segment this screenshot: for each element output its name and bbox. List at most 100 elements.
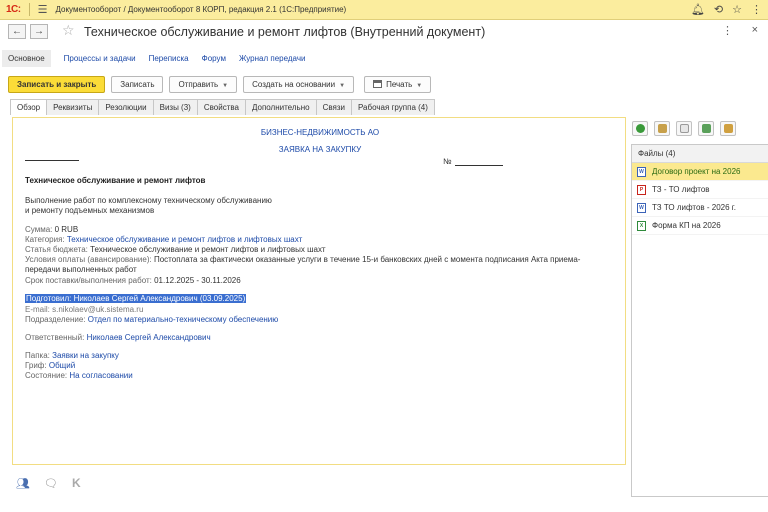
doc-desc-line1: Выполнение работ по комплексному техниче… <box>25 196 272 205</box>
print-label: Печать <box>386 80 413 89</box>
nav-forum[interactable]: Форум <box>202 54 226 63</box>
email-value: s.nikolaev@uk.sistema.ru <box>52 305 144 314</box>
grif-row: Гриф: Общий <box>25 361 75 370</box>
nav-correspondence[interactable]: Переписка <box>149 54 189 63</box>
chevron-down-icon: ▼ <box>222 83 229 89</box>
plus-icon <box>635 124 645 133</box>
prepared-label: Подготовил: <box>26 294 72 303</box>
grif-link[interactable]: Общий <box>49 361 75 370</box>
edit-file-button[interactable] <box>676 121 692 136</box>
responsible-row: Ответственный: Николаев Сергей Александр… <box>25 333 211 342</box>
state-row: Состояние: На согласовании <box>25 371 133 380</box>
scan-file-button[interactable] <box>698 121 714 136</box>
lock-file-button[interactable] <box>720 121 736 136</box>
document-title: Техническое обслуживание и ремонт лифтов… <box>84 25 486 39</box>
excel-file-icon: X <box>637 220 646 231</box>
send-button[interactable]: Отправить ▼ <box>169 76 238 93</box>
file-name: Форма КП на 2026 <box>652 221 721 230</box>
grif-label: Гриф: <box>25 361 47 370</box>
tab-additional[interactable]: Дополнительно <box>244 99 317 115</box>
term-label: Срок поставки/выполнения работ: <box>25 276 152 285</box>
comments-icon[interactable]: 🗨︎ <box>44 477 58 490</box>
state-label: Состояние: <box>25 371 68 380</box>
file-item[interactable]: P ТЗ - ТО лифтов <box>632 181 768 199</box>
window-title-bar: 1С: ☰ Документооборот / Документооборот … <box>0 0 768 20</box>
add-file-button[interactable] <box>632 121 648 136</box>
dept-row: Подразделение: Отдел по материально-техн… <box>25 315 278 324</box>
main-menu-icon[interactable]: ☰ <box>38 3 48 16</box>
payment-value-line2: передачи выполненных работ <box>25 265 137 274</box>
copy-file-button[interactable] <box>654 121 670 136</box>
doc-heading: Техническое обслуживание и ремонт лифтов <box>25 176 206 185</box>
file-name: ТЗ - ТО лифтов <box>652 185 710 194</box>
bell-icon[interactable]: 🔔︎ <box>691 3 705 16</box>
print-button[interactable]: Печать ▼ <box>364 76 432 93</box>
sum-label: Сумма: <box>25 225 53 234</box>
tab-properties[interactable]: Свойства <box>196 99 246 115</box>
tab-resolutions[interactable]: Резолюции <box>98 99 154 115</box>
send-label: Отправить <box>178 80 219 89</box>
history-icon[interactable]: ⟲ <box>714 3 723 16</box>
menu-more-icon[interactable]: ⋮ <box>751 3 762 16</box>
save-and-close-button[interactable]: Записать и закрыть <box>8 76 106 93</box>
state-link[interactable]: На согласовании <box>69 371 132 380</box>
folder-label: Папка: <box>25 351 50 360</box>
forward-button[interactable]: → <box>30 24 48 39</box>
more-icon[interactable]: ⋮ <box>722 24 734 37</box>
printer-icon <box>373 80 383 88</box>
date-line <box>25 160 79 161</box>
budget-value: Техническое обслуживание и ремонт лифтов… <box>90 245 326 254</box>
favorite-star-icon[interactable]: ☆ <box>62 22 75 39</box>
scan-icon <box>701 124 711 133</box>
nav-processes[interactable]: Процессы и задачи <box>64 54 136 63</box>
term-row: Срок поставки/выполнения работ: 01.12.20… <box>25 276 241 285</box>
file-item[interactable]: X Форма КП на 2026 <box>632 217 768 235</box>
save-button[interactable]: Записать <box>111 76 164 93</box>
tab-visas[interactable]: Визы (3) <box>152 99 198 115</box>
files-toolbar <box>632 121 736 136</box>
form-header: ← → ☆ Техническое обслуживание и ремонт … <box>0 20 768 46</box>
word-file-icon: W <box>637 166 646 177</box>
term-value: 01.12.2025 - 30.11.2026 <box>154 276 241 285</box>
star-icon[interactable]: ☆ <box>732 3 742 16</box>
tab-requisites[interactable]: Реквизиты <box>46 99 100 115</box>
prepared-selection[interactable]: Подготовил: Николаев Сергей Александрови… <box>25 294 247 303</box>
word-file-icon: W <box>637 202 646 213</box>
sum-value: 0 RUB <box>54 225 79 234</box>
files-header: Файлы (4) <box>632 145 768 163</box>
close-icon[interactable]: × <box>752 24 758 36</box>
tab-overview[interactable]: Обзор <box>10 99 48 115</box>
dept-label: Подразделение: <box>25 315 86 324</box>
app-logo: 1С: <box>6 4 21 15</box>
file-item[interactable]: W ТЗ ТО лифтов - 2026 г. <box>632 199 768 217</box>
app-title: Документооборот / Документооборот 8 КОРП… <box>55 5 347 14</box>
pdf-file-icon: P <box>637 184 646 195</box>
file-item[interactable]: W Договор проект на 2026 <box>632 163 768 181</box>
folder-link[interactable]: Заявки на закупку <box>52 351 119 360</box>
tab-links[interactable]: Связи <box>315 99 352 115</box>
k-icon[interactable]: K <box>72 476 81 490</box>
create-based-button[interactable]: Создать на основании ▼ <box>243 76 355 93</box>
number-line <box>455 165 503 166</box>
nav-transfer-log[interactable]: Журнал передачи <box>239 54 306 63</box>
budget-row: Статья бюджета: Техническое обслуживание… <box>25 245 326 254</box>
bottom-toolbar: 👥︎ 🗨︎ K <box>16 476 81 490</box>
tab-workgroup[interactable]: Рабочая группа (4) <box>350 99 435 115</box>
email-row: E-mail: s.nikolaev@uk.sistema.ru <box>25 305 143 314</box>
nav-main[interactable]: Основное <box>2 49 51 67</box>
budget-label: Статья бюджета: <box>25 245 88 254</box>
responsible-link[interactable]: Николаев Сергей Александрович <box>87 333 211 342</box>
lock-icon <box>723 124 733 133</box>
title-separator <box>28 3 30 16</box>
back-button[interactable]: ← <box>8 24 26 39</box>
category-link[interactable]: Техническое обслуживание и ремонт лифтов… <box>67 235 302 244</box>
dept-link[interactable]: Отдел по материально-техническому обеспе… <box>88 315 279 324</box>
email-label: E-mail: <box>25 305 50 314</box>
title-bar-actions: 🔔︎ ⟲ ☆ ⋮ <box>691 3 762 16</box>
file-name: Договор проект на 2026 <box>652 167 741 176</box>
command-bar: Записать и закрыть Записать Отправить ▼ С… <box>8 76 437 93</box>
document-preview[interactable]: БИЗНЕС-НЕДВИЖИМОСТЬ АО ЗАЯВКА НА ЗАКУПКУ… <box>12 117 626 465</box>
users-icon[interactable]: 👥︎ <box>16 477 30 490</box>
doc-type: ЗАЯВКА НА ЗАКУПКУ <box>278 145 362 154</box>
category-label: Категория: <box>25 235 65 244</box>
